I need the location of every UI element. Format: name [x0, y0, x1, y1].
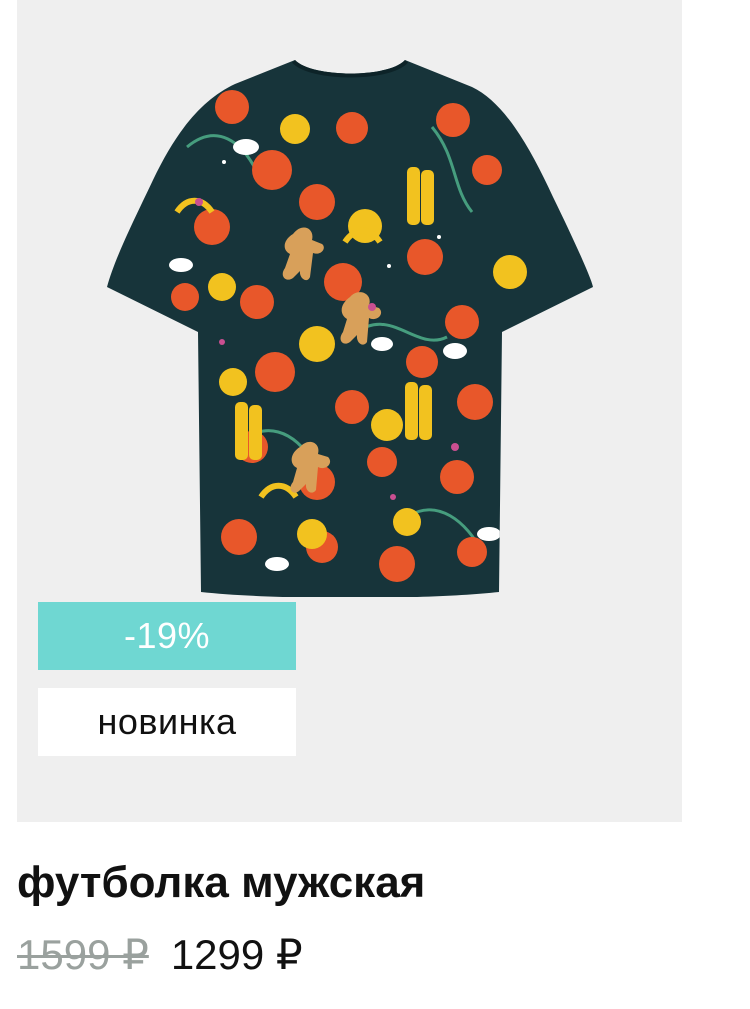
product-image[interactable] [107, 52, 593, 597]
discount-badge: -19% [38, 602, 296, 670]
product-card[interactable]: -19% новинка футболка мужская 1599 ₽ 129… [0, 0, 750, 1009]
price-row: 1599 ₽ 1299 ₽ [17, 930, 303, 979]
product-image-area[interactable]: -19% новинка [17, 0, 682, 822]
old-price: 1599 ₽ [17, 931, 149, 978]
new-price: 1299 ₽ [170, 931, 303, 978]
new-badge: новинка [38, 688, 296, 756]
product-title[interactable]: футболка мужская [17, 855, 425, 911]
